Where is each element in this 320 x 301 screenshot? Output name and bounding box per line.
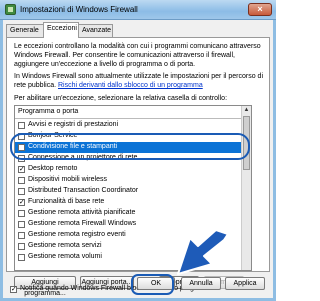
list-item[interactable]: ✓ Funzionalità di base rete: [15, 197, 251, 208]
list-item[interactable]: Avvisi e registri di prestazioni: [15, 120, 251, 131]
intro-text: Le eccezioni controllano la modalità con…: [14, 43, 261, 68]
list-item-checkbox[interactable]: [18, 221, 25, 228]
list-item[interactable]: Gestione remota Firewall Windows: [15, 219, 251, 230]
list-item-label: Gestione remota Firewall Windows: [28, 220, 137, 227]
list-item-label: Funzionalità di base rete: [28, 198, 105, 205]
tab-avanzate[interactable]: Avanzate: [78, 24, 113, 37]
list-item-label: Gestione remota attività pianificate: [28, 209, 136, 216]
list-item-checkbox[interactable]: [18, 232, 25, 239]
list-item-label: Dispositivi mobili wireless: [28, 176, 107, 183]
firewall-icon: [5, 4, 16, 15]
list-item-label: Distributed Transaction Coordinator: [28, 187, 139, 194]
list-item-label: Gestione remota servizi: [28, 242, 102, 249]
column-header-program-port[interactable]: Programma o porta: [15, 106, 251, 119]
list-item-checkbox[interactable]: [18, 188, 25, 195]
notify-checkbox[interactable]: ✓: [10, 286, 17, 293]
list-item-label: Desktop remoto: [28, 165, 78, 172]
tab-eccezioni[interactable]: Eccezioni: [43, 22, 79, 38]
cancel-button[interactable]: Annulla: [181, 277, 221, 290]
list-item-label: Gestione remota volumi: [28, 253, 102, 260]
ok-highlight-ring: [131, 274, 174, 295]
list-item[interactable]: ✓ Desktop remoto: [15, 164, 251, 175]
selection-highlight-ring: [10, 133, 250, 160]
list-item-checkbox[interactable]: [18, 177, 25, 184]
list-item-label: Avvisi e registri di prestazioni: [28, 121, 119, 128]
close-button[interactable]: ×: [248, 3, 272, 16]
vertical-scrollbar[interactable]: ▲: [241, 106, 251, 270]
pointer-arrow-icon: [177, 230, 229, 275]
title-bar[interactable]: Impostazioni di Windows Firewall ×: [0, 0, 276, 20]
list-item-checkbox[interactable]: [18, 210, 25, 217]
list-item[interactable]: Gestione remota attività pianificate: [15, 208, 251, 219]
list-item-checkbox[interactable]: [18, 122, 25, 129]
list-item-checkbox[interactable]: [18, 243, 25, 250]
list-instructions: Per abilitare un'eccezione, selezionare …: [14, 95, 228, 102]
tab-generale[interactable]: Generale: [6, 24, 44, 37]
intro-network-text: In Windows Firewall sono attualmente uti…: [14, 72, 266, 91]
scroll-up-arrow-icon[interactable]: ▲: [243, 107, 250, 114]
risks-link[interactable]: Rischi derivanti dallo sblocco di un pro…: [58, 82, 203, 89]
firewall-settings-window: Impostazioni di Windows Firewall × Gener…: [0, 0, 276, 301]
list-item[interactable]: Distributed Transaction Coordinator: [15, 186, 251, 197]
list-item-label: Gestione remota registro eventi: [28, 231, 126, 238]
list-item-checkbox[interactable]: ✓: [18, 166, 25, 173]
apply-button[interactable]: Applica: [225, 277, 265, 290]
list-item[interactable]: Dispositivi mobili wireless: [15, 175, 251, 186]
list-item-checkbox[interactable]: [18, 254, 25, 261]
window-title: Impostazioni di Windows Firewall: [20, 5, 138, 14]
list-item-checkbox[interactable]: ✓: [18, 199, 25, 206]
